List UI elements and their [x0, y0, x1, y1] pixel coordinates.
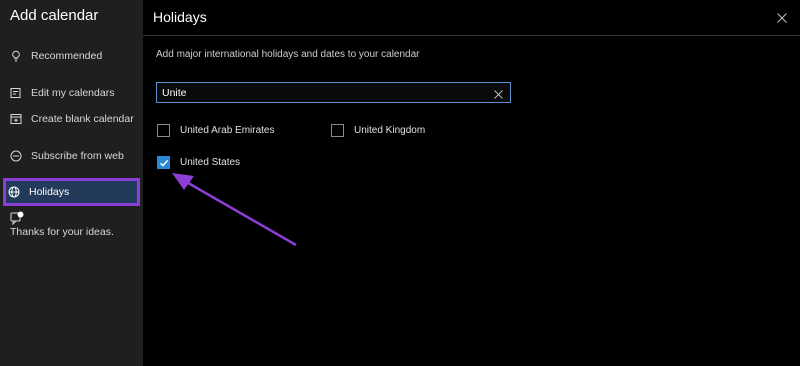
subscribe-icon: [9, 149, 23, 163]
holidays-panel: Holidays Add major international holiday…: [143, 0, 800, 366]
lightbulb-icon: [9, 49, 23, 63]
search-input[interactable]: [162, 86, 482, 100]
feedback-text: Thanks for your ideas.: [10, 226, 114, 238]
sidebar-item-label: Holidays: [29, 186, 70, 198]
option-label: United States: [180, 157, 241, 168]
option-united-kingdom[interactable]: United Kingdom: [331, 124, 425, 137]
page-title: Holidays: [153, 9, 207, 25]
sidebar-item-holidays[interactable]: Holidays: [3, 178, 140, 206]
clear-icon[interactable]: [493, 87, 504, 99]
sidebar-item-label: Subscribe from web: [31, 150, 124, 162]
blank-calendar-icon: [9, 112, 23, 126]
sidebar-item-label: Edit my calendars: [31, 87, 115, 99]
sidebar-item-edit-my-calendars[interactable]: Edit my calendars: [6, 81, 139, 105]
sidebar-item-create-blank-calendar[interactable]: Create blank calendar: [6, 107, 139, 131]
sidebar-item-label: Create blank calendar: [31, 113, 134, 125]
search-box: [156, 82, 511, 103]
option-united-states[interactable]: United States: [157, 156, 240, 169]
checkbox[interactable]: [157, 124, 170, 137]
option-label: United Arab Emirates: [180, 125, 275, 136]
checkbox-checked[interactable]: [157, 156, 170, 169]
sidebar-item-recommended[interactable]: Recommended: [6, 44, 139, 68]
panel-description: Add major international holidays and dat…: [156, 49, 420, 60]
feedback-icon[interactable]: [10, 211, 24, 226]
sidebar: Add calendar Recommended Edit my calenda…: [0, 0, 143, 366]
globe-icon: [7, 185, 21, 199]
sidebar-item-subscribe-from-web[interactable]: Subscribe from web: [6, 144, 139, 168]
sidebar-item-label: Recommended: [31, 50, 103, 62]
panel-header: Holidays: [143, 0, 800, 36]
option-label: United Kingdom: [354, 125, 426, 136]
sidebar-title: Add calendar: [10, 7, 99, 24]
edit-calendar-icon: [9, 86, 23, 100]
checkmark-icon: [159, 159, 168, 167]
checkbox[interactable]: [331, 124, 344, 137]
option-united-arab-emirates[interactable]: United Arab Emirates: [157, 124, 275, 137]
close-icon[interactable]: [776, 11, 788, 23]
